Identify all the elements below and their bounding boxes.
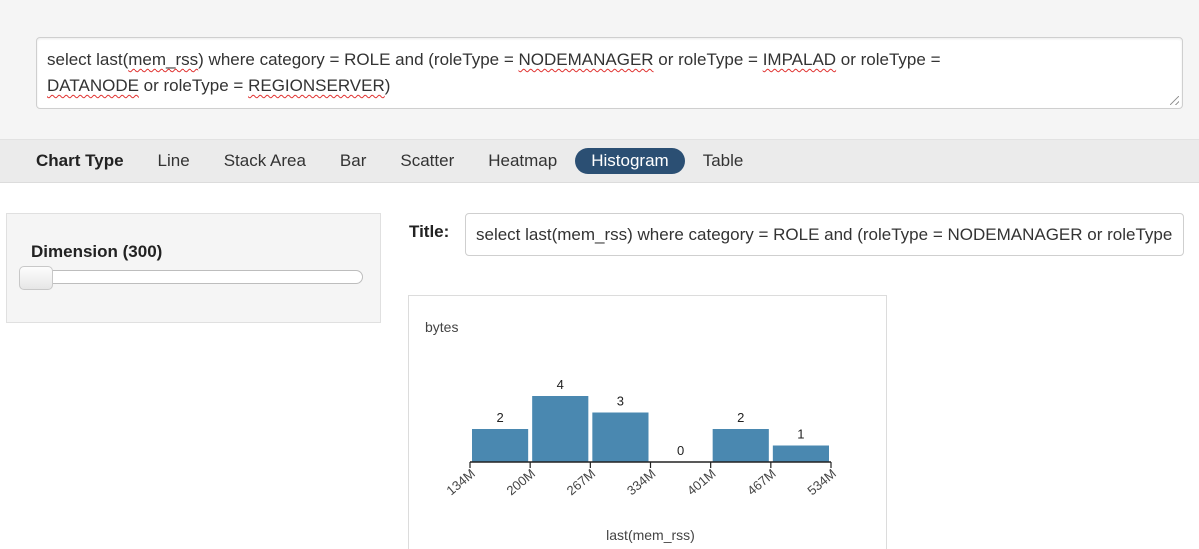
misspelled-word: REGIONSERVER bbox=[248, 76, 385, 95]
resize-grip-icon[interactable] bbox=[1170, 96, 1179, 105]
x-tick-label: 534M bbox=[804, 466, 839, 498]
dimension-slider-track[interactable] bbox=[21, 270, 363, 284]
chart-type-histogram[interactable]: Histogram bbox=[575, 148, 685, 174]
chart-type-table[interactable]: Table bbox=[687, 148, 760, 174]
x-tick-label: 334M bbox=[624, 466, 659, 498]
misspelled-word: DATANODE bbox=[47, 76, 139, 95]
bar-value-label: 2 bbox=[496, 410, 503, 425]
bar-value-label: 0 bbox=[677, 443, 684, 458]
query-text: or roleType = bbox=[653, 50, 763, 69]
histogram-bar bbox=[712, 429, 769, 462]
chart-type-stack-area[interactable]: Stack Area bbox=[208, 148, 322, 174]
dimension-label: Dimension (300) bbox=[31, 242, 163, 261]
chart-type-label: Chart Type bbox=[36, 151, 124, 170]
x-tick-label: 267M bbox=[564, 466, 599, 498]
bar-value-label: 1 bbox=[797, 427, 804, 442]
query-panel: select last(mem_rss) where category = RO… bbox=[0, 0, 1199, 140]
histogram-bar bbox=[592, 412, 649, 462]
query-text: or roleType = bbox=[840, 50, 941, 69]
title-label: Title: bbox=[409, 222, 450, 241]
histogram-bar bbox=[772, 445, 829, 462]
chart-type-line[interactable]: Line bbox=[142, 148, 206, 174]
chart-type-bar: Chart Type Line Stack Area Bar Scatter Heatm… bbox=[0, 140, 1199, 183]
bar-value-label: 3 bbox=[617, 394, 624, 409]
x-tick-label: 200M bbox=[504, 466, 539, 498]
dimension-panel: Dimension (300) bbox=[6, 213, 381, 323]
x-tick-label: 467M bbox=[744, 466, 779, 498]
x-tick-label: 401M bbox=[684, 466, 719, 498]
misspelled-word: IMPALAD bbox=[762, 50, 837, 69]
query-text: or roleType = bbox=[138, 76, 249, 95]
chart-type-heatmap[interactable]: Heatmap bbox=[472, 148, 573, 174]
chart-type-bar[interactable]: Bar bbox=[324, 148, 382, 174]
misspelled-word: mem_rss bbox=[128, 50, 199, 69]
histogram-chart: bytes 2 4 3 0 2 1 134M 200M 267M 334M 401M 467M 534M l… bbox=[425, 319, 839, 543]
bar-value-label: 2 bbox=[737, 410, 744, 425]
query-text: ) bbox=[384, 76, 391, 95]
bar-value-label: 4 bbox=[557, 377, 564, 392]
query-text: ) where category = ROLE and (roleType = bbox=[198, 50, 519, 69]
x-axis-label: last(mem_rss) bbox=[606, 527, 695, 543]
histogram-chart-card: bytes 2 4 3 0 2 1 134M 200M 267M 334M 401M 467M 534M l… bbox=[408, 295, 887, 549]
query-text: select last( bbox=[47, 50, 129, 69]
histogram-bar bbox=[532, 396, 589, 462]
y-axis-label: bytes bbox=[425, 319, 458, 335]
dimension-slider-handle[interactable] bbox=[19, 266, 53, 290]
title-input[interactable] bbox=[465, 213, 1184, 256]
histogram-bar bbox=[472, 429, 529, 462]
misspelled-word: NODEMANAGER bbox=[518, 50, 654, 69]
chart-type-scatter[interactable]: Scatter bbox=[384, 148, 470, 174]
query-textarea[interactable]: select last(mem_rss) where category = RO… bbox=[36, 37, 1183, 109]
x-tick-label: 134M bbox=[443, 466, 478, 498]
